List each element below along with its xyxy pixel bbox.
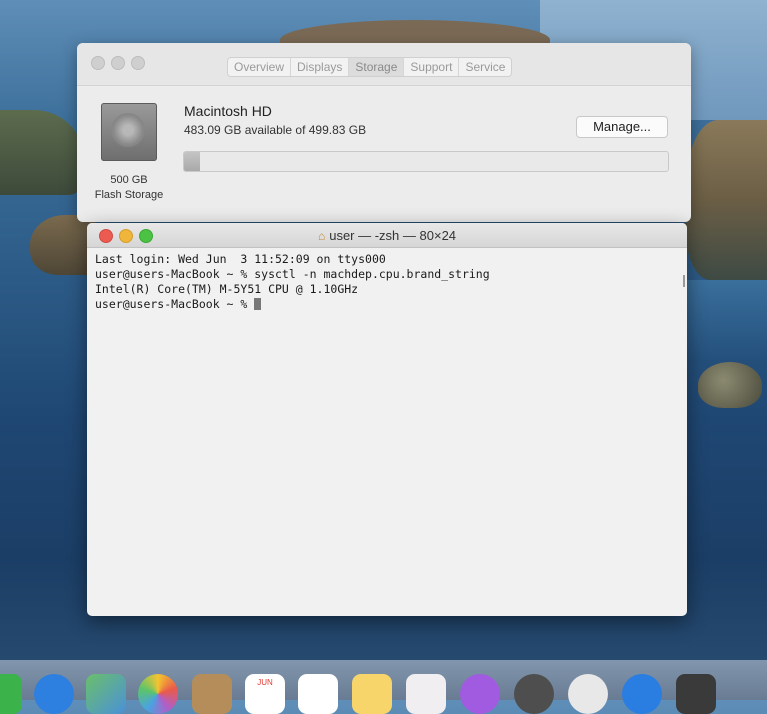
calendar-icon[interactable]: JUN: [245, 674, 285, 714]
calendar-month: JUN: [257, 678, 273, 687]
terminal-line: Last login: Wed Jun 3 11:52:09 on ttys00…: [95, 252, 386, 266]
reminders-icon[interactable]: [298, 674, 338, 714]
maps-icon[interactable]: [86, 674, 126, 714]
storage-usage-fill: [184, 152, 200, 171]
photos-icon[interactable]: [138, 674, 178, 714]
terminal-output[interactable]: Last login: Wed Jun 3 11:52:09 on ttys00…: [87, 248, 687, 316]
tab-support[interactable]: Support: [404, 58, 460, 76]
minimize-button[interactable]: [111, 56, 125, 70]
wallpaper-rock-right: [698, 362, 762, 408]
zoom-button[interactable]: [131, 56, 145, 70]
music-icon[interactable]: [406, 674, 446, 714]
text-cursor: [254, 298, 262, 310]
siri-icon[interactable]: [622, 674, 662, 714]
wallpaper-island-left: [0, 110, 85, 195]
home-icon: ⌂: [317, 229, 326, 243]
drive-name: Macintosh HD: [184, 103, 272, 119]
terminal-title: ⌂ user — -zsh — 80×24: [87, 228, 687, 243]
disk-type-label: Flash Storage: [94, 189, 164, 201]
terminal-title-text: user — -zsh — 80×24: [329, 228, 457, 243]
tab-displays[interactable]: Displays: [291, 58, 350, 76]
other-app-icon[interactable]: [676, 674, 716, 714]
messages-icon[interactable]: [0, 674, 22, 714]
close-button[interactable]: [91, 56, 105, 70]
appstore-icon[interactable]: [568, 674, 608, 714]
disk-size-label: 500 GB: [110, 174, 148, 186]
disk-platter: [111, 113, 145, 147]
manage-button[interactable]: Manage...: [576, 116, 668, 138]
tv-icon[interactable]: [514, 674, 554, 714]
safari-icon[interactable]: [34, 674, 74, 714]
drive-available-text: 483.09 GB available of 499.83 GB: [184, 123, 367, 137]
tab-overview[interactable]: Overview: [228, 58, 292, 76]
dock: JUN: [0, 660, 767, 714]
podcasts-icon[interactable]: [460, 674, 500, 714]
terminal-window[interactable]: ⌂ user — -zsh — 80×24 Last login: Wed Jun…: [87, 223, 687, 616]
contacts-icon[interactable]: [192, 674, 232, 714]
storage-usage-bar: [183, 151, 669, 172]
terminal-line: Intel(R) Core(TM) M-5Y51 CPU @ 1.10GHz: [95, 282, 359, 296]
hard-drive-icon: [101, 103, 157, 161]
tab-storage[interactable]: Storage: [349, 58, 405, 76]
scrollbar-indicator[interactable]: [683, 275, 685, 287]
terminal-prompt: user@users-MacBook ~ %: [95, 297, 255, 311]
wallpaper-sea: [686, 280, 767, 360]
terminal-line: user@users-MacBook ~ % sysctl -n machdep…: [95, 267, 490, 281]
terminal-titlebar: ⌂ user — -zsh — 80×24: [87, 223, 687, 248]
tab-service[interactable]: Service: [459, 58, 511, 76]
tab-bar: Overview Displays Storage Support Servic…: [227, 57, 513, 77]
wallpaper-island-right: [686, 120, 767, 280]
notes-icon[interactable]: [352, 674, 392, 714]
terminal-prompt-line: user@users-MacBook ~ %: [95, 297, 679, 312]
about-titlebar: Overview Displays Storage Support Servic…: [77, 43, 691, 86]
about-this-mac-window: Overview Displays Storage Support Servic…: [77, 43, 691, 222]
